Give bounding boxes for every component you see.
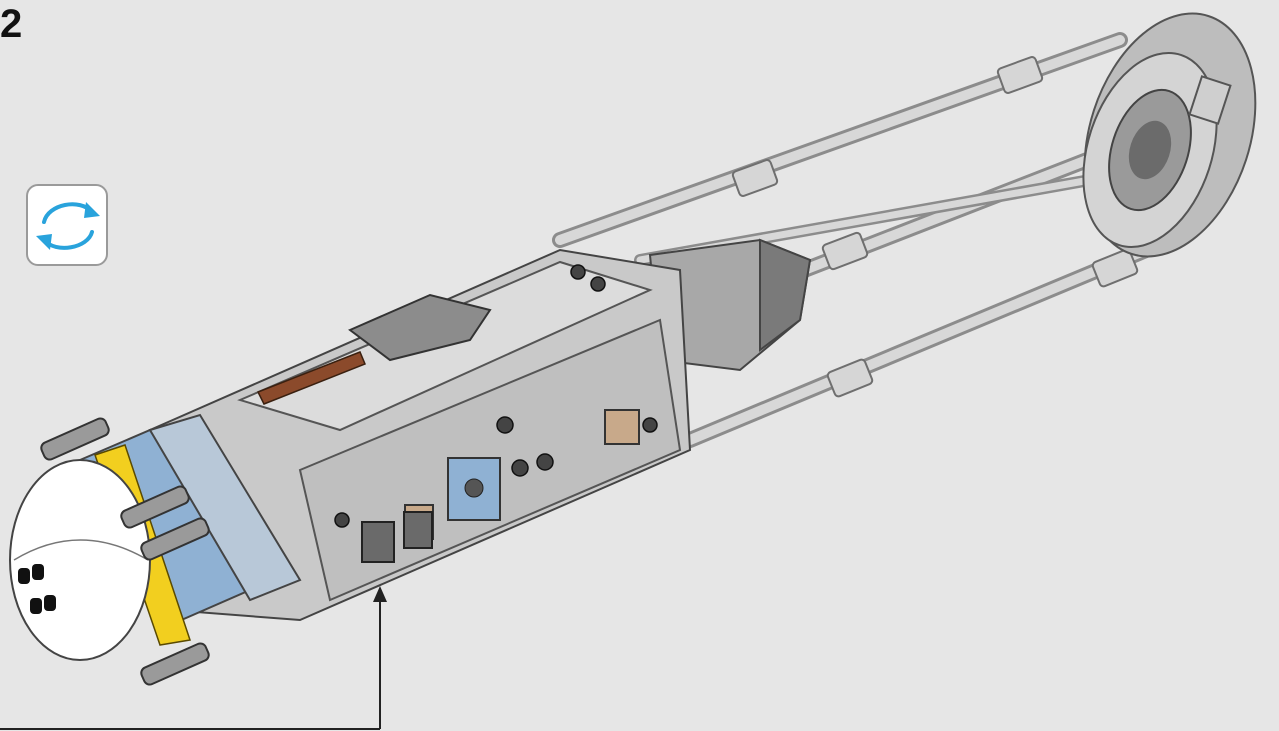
rear-ring — [1082, 12, 1257, 258]
front-dome — [9, 459, 151, 661]
model-illustration — [9, 12, 1257, 686]
